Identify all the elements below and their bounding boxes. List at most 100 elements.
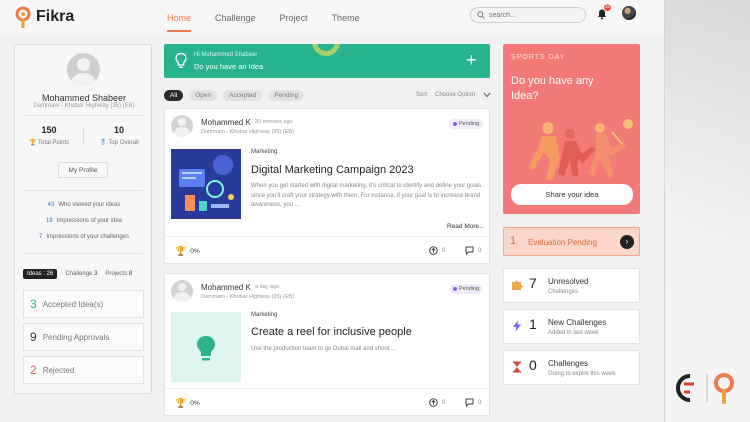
logo-text: Fikra (36, 8, 75, 25)
status-badge: Pending (449, 119, 484, 129)
pending-approvals-box[interactable]: 9 Pending Approvals (23, 323, 144, 351)
nav-home[interactable]: Home (167, 13, 192, 32)
idea-card[interactable]: Mohammed K a day ago Dammam - Khobar Hig… (164, 273, 491, 416)
profile-avatar (67, 53, 100, 86)
medal-icon: 🎖 (99, 140, 107, 146)
stat-subtitle: Challenges (548, 289, 579, 295)
search-input[interactable] (489, 11, 575, 19)
comment-button[interactable]: 0 (465, 398, 481, 407)
tab-ideas[interactable]: Ideas : 26 (23, 269, 58, 279)
promo-label: SPORTS DAY (511, 54, 566, 61)
stat-title: New Challenges (548, 318, 607, 327)
arrow-right-icon[interactable]: › (620, 235, 634, 249)
logo-mark-icon (15, 6, 31, 28)
card-title[interactable]: Create a reel for inclusive people (251, 326, 412, 338)
new-challenges-card[interactable]: 1 New Challenges Added in last week (503, 309, 640, 344)
top-overall-label: 🎖 Top Overall (99, 140, 139, 146)
status-filters: All Open Accepted Pending (164, 90, 305, 101)
nav-project[interactable]: Project (280, 13, 308, 23)
divider (165, 236, 491, 237)
brand-logos (676, 373, 734, 404)
tab-projects[interactable]: Projects 8 (105, 271, 132, 277)
divider (23, 115, 143, 116)
main-nav: Home Challenge Project Theme (167, 13, 360, 32)
evaluation-pending-card[interactable]: 1 Evaluation Pending › (503, 227, 640, 256)
card-title[interactable]: Digital Marketing Campaign 2023 (251, 164, 414, 176)
outer-background (665, 0, 750, 422)
stat-count: 1 (529, 316, 537, 332)
sort-select[interactable]: Choose Option (435, 92, 475, 98)
idea-banner[interactable]: Hi Mohammed Shabeer Do you have an Idea … (164, 44, 490, 78)
banner-question: Do you have an Idea (194, 62, 264, 71)
app-window: Fikra Home Challenge Project Theme 10 Mo… (0, 0, 665, 422)
idea-card[interactable]: Mohammed K 30 minutes ago Dammam - Khoba… (164, 108, 491, 264)
post-thumbnail (171, 149, 241, 219)
nav-theme[interactable]: Theme (332, 13, 360, 23)
filter-accepted[interactable]: Accepted (223, 90, 263, 101)
add-idea-button[interactable]: + (466, 49, 477, 71)
decorative-circle (312, 44, 340, 56)
profile-tabs: Ideas : 26 Challenge 3 Projects 8 (23, 269, 132, 279)
profile-name: Mohammed Shabeer (41, 93, 127, 103)
unresolved-challenges-card[interactable]: 7 Unresolved Challenges (503, 268, 640, 303)
filter-all[interactable]: All (164, 90, 184, 101)
status-dot-icon (453, 287, 457, 291)
chevron-down-icon (483, 92, 491, 98)
stat-count: 0 (529, 357, 537, 373)
card-time: 30 minutes ago (255, 119, 293, 125)
evaluation-label: Evaluation Pending (528, 238, 597, 247)
search-icon (477, 11, 485, 19)
divider (23, 190, 143, 191)
profile-panel: Mohammed Shabeer Dammam - Khobar Highway… (14, 44, 152, 394)
divider (23, 253, 143, 254)
upvote-button[interactable]: 0 (429, 398, 445, 407)
search-box[interactable] (470, 7, 586, 23)
trophy-icon: 🏆 (28, 140, 37, 146)
profile-link-challenge-impressions[interactable]: 7 Impressions of your challenges (15, 234, 153, 240)
stat-subtitle: Added in last week (548, 330, 599, 336)
stat-subtitle: Going to expire this week (548, 371, 616, 377)
author-avatar (171, 280, 193, 302)
trophy-icon: 🏆 (175, 398, 187, 408)
accepted-ideas-box[interactable]: 3 Accepted Idea(s) (23, 290, 144, 318)
stat-title: Challenges (548, 359, 589, 368)
read-more-link[interactable]: Read More... (447, 223, 485, 230)
card-location: Dammam - Khobar Highway (35) (EB) (201, 294, 294, 300)
card-location: Dammam - Khobar Highway (35) (EB) (201, 129, 294, 135)
expiring-challenges-card[interactable]: 0 Challenges Going to expire this week (503, 350, 640, 385)
progress-percent: 🏆 0% (175, 398, 200, 408)
author-avatar (171, 115, 193, 137)
logo[interactable]: Fikra (14, 6, 74, 28)
post-thumbnail (171, 312, 241, 382)
profile-location: Dammam - Khobar Highway (35) (EB) (33, 103, 135, 109)
filter-pending[interactable]: Pending (268, 90, 305, 101)
lightning-icon (513, 320, 521, 332)
rejected-ideas-box[interactable]: 2 Rejected (23, 356, 144, 384)
top-overall-value: 10 (113, 125, 124, 135)
upvote-icon (429, 398, 438, 407)
profile-link-viewed[interactable]: 43 Who viewed your ideas (15, 202, 153, 208)
notification-badge: 10 (604, 4, 611, 11)
card-description: Use the production team to go Dubai mall… (251, 346, 397, 352)
nav-challenge[interactable]: Challenge (215, 13, 256, 23)
sort-control[interactable]: Sort Choose Option (416, 92, 491, 98)
stat-title: Unresolved (548, 277, 589, 286)
card-author[interactable]: Mohammed K (201, 283, 251, 292)
upvote-button[interactable]: 0 (429, 246, 445, 255)
comment-icon (465, 398, 474, 407)
user-avatar[interactable] (622, 6, 636, 20)
my-profile-button[interactable]: My Profile (58, 162, 108, 178)
card-author[interactable]: Mohammed K (201, 118, 251, 127)
total-points-stat: 150 🏆 Total Points (19, 125, 79, 146)
comment-button[interactable]: 0 (465, 246, 481, 255)
puzzle-icon (512, 280, 523, 290)
total-points-label: 🏆 Total Points (28, 140, 70, 146)
banner-greeting: Hi Mohammed Shabeer (194, 52, 258, 58)
share-idea-button[interactable]: Share your idea (511, 184, 633, 205)
tab-challenge[interactable]: Challenge 3 (65, 271, 97, 277)
profile-link-idea-impressions[interactable]: 19 Impressions of your idea (15, 218, 153, 224)
card-description: When you get started with digital market… (251, 183, 482, 208)
background-shade (665, 0, 750, 422)
filter-open[interactable]: Open (189, 90, 218, 101)
total-points-value: 150 (41, 125, 57, 135)
